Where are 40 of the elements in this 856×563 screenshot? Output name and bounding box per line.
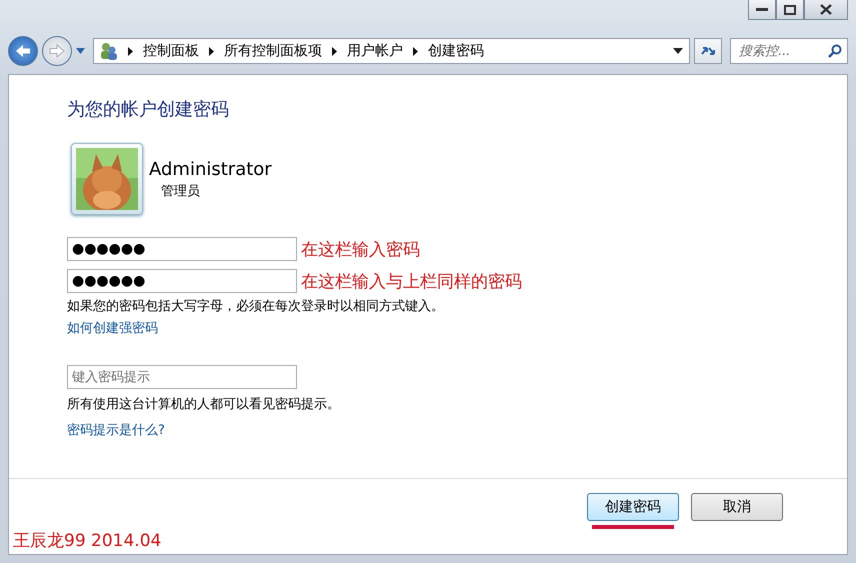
chevron-icon (413, 46, 418, 56)
strong-password-link[interactable]: 如何创建强密码 (67, 319, 158, 337)
right-arrow-icon (49, 44, 65, 58)
chevron-icon (128, 46, 133, 56)
search-field[interactable]: 搜索控... (730, 38, 848, 64)
password-field[interactable]: ●●●●●● (67, 269, 297, 293)
breadcrumb-item[interactable]: 控制面板 (143, 42, 199, 60)
breadcrumb-item[interactable]: 用户帐户 (347, 42, 403, 60)
refresh-button[interactable] (694, 38, 722, 64)
create-password-button[interactable]: 创建密码 (587, 493, 679, 521)
hint-note: 所有使用这台计算机的人都可以看见密码提示。 (67, 396, 340, 413)
cancel-button[interactable]: 取消 (691, 493, 783, 521)
search-icon (828, 44, 842, 58)
close-button[interactable] (804, 0, 848, 20)
account-name: Administrator (149, 158, 272, 180)
chevron-icon (209, 46, 214, 56)
forward-button[interactable] (42, 36, 72, 66)
case-note: 如果您的密码包括大写字母，必须在每次登录时以相同方式键入。 (67, 298, 444, 315)
breadcrumb-item[interactable]: 所有控制面板项 (224, 42, 322, 60)
refresh-icon (700, 44, 716, 58)
hint-field[interactable]: 键入密码提示 (67, 365, 297, 389)
close-icon (820, 4, 832, 15)
dropdown-icon[interactable] (673, 48, 683, 54)
maximize-icon (784, 4, 796, 14)
chevron-icon (332, 46, 337, 56)
password-field[interactable]: ●●●●●● (67, 237, 297, 261)
minimize-icon (756, 8, 768, 12)
minimize-button[interactable] (748, 0, 776, 20)
address-bar[interactable]: 控制面板 所有控制面板项 用户帐户 创建密码 (93, 38, 690, 64)
hint-help-link[interactable]: 密码提示是什么? (67, 421, 165, 439)
maximize-button[interactable] (776, 0, 804, 20)
annotation-text: 在这栏输入与上栏同样的密码 (301, 270, 522, 292)
page-heading: 为您的帐户创建密码 (67, 98, 229, 121)
breadcrumb-item[interactable]: 创建密码 (428, 42, 484, 60)
left-arrow-icon (15, 44, 31, 58)
annotation-text: 在这栏输入密码 (301, 238, 420, 260)
signature-text: 王辰龙99 2014.04 (13, 530, 162, 552)
account-role: 管理员 (161, 182, 201, 200)
back-button[interactable] (8, 36, 38, 66)
users-icon (100, 42, 118, 60)
